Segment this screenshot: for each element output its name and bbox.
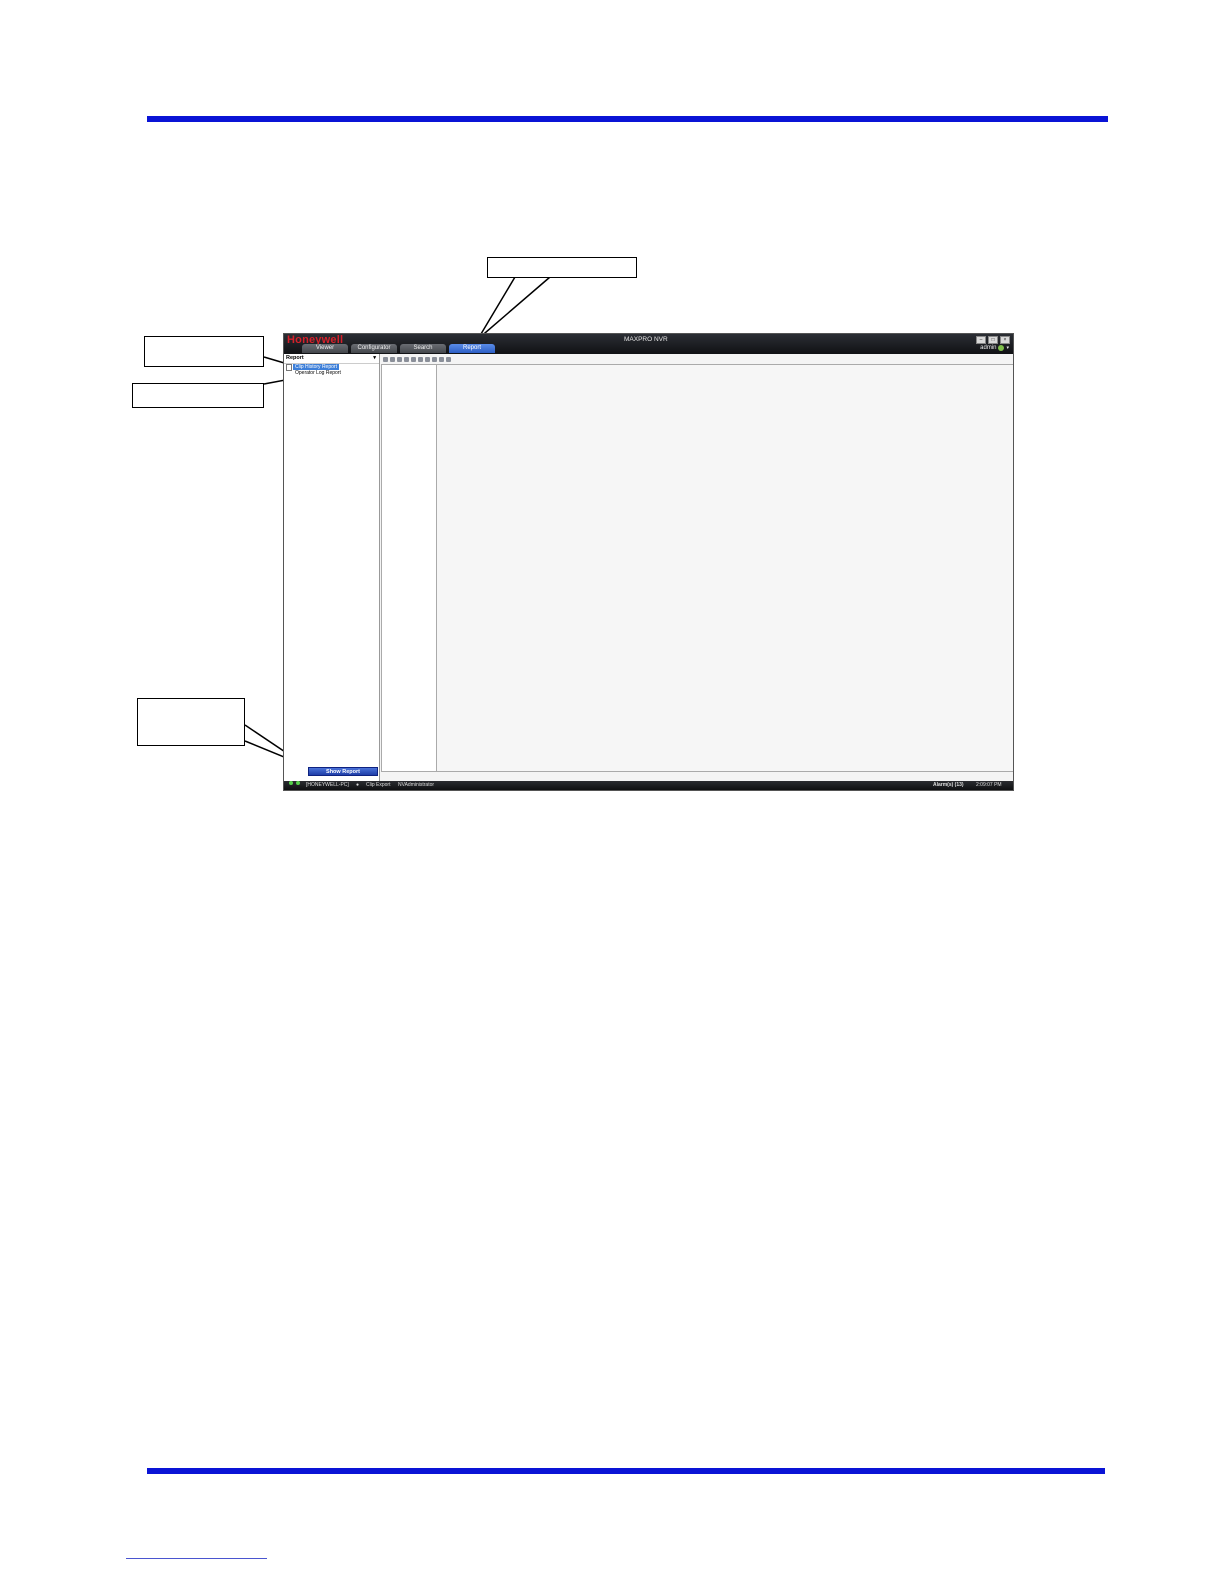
footnote-separator xyxy=(126,1558,267,1559)
app-title: MAXPRO NVR xyxy=(624,336,668,343)
next-page-icon[interactable] xyxy=(411,357,416,362)
status-bar: [HONEYWELL-PC] ● Clip Export NVAdministr… xyxy=(284,781,1013,790)
refresh-icon[interactable] xyxy=(383,357,388,362)
window-controls: – □ × xyxy=(976,336,1010,344)
document-map-pane xyxy=(382,365,437,771)
maxpro-nvr-window: Honeywell MAXPRO NVR – □ × Viewer Config… xyxy=(283,333,1014,791)
main-tabs: Viewer Configurator Search Report xyxy=(302,344,495,353)
last-page-icon[interactable] xyxy=(418,357,423,362)
clip-export-icon[interactable]: ● xyxy=(356,781,359,790)
export-icon[interactable] xyxy=(446,357,451,362)
tab-viewer[interactable]: Viewer xyxy=(302,344,348,353)
report-item-label: Operator Log Report xyxy=(295,370,341,376)
report-viewer-area xyxy=(381,364,1013,772)
tab-search[interactable]: Search xyxy=(400,344,446,353)
chevron-down-icon: ▾ xyxy=(1006,345,1009,351)
user-menu[interactable]: admin ▾ xyxy=(980,345,1009,351)
header-rule xyxy=(147,116,1108,122)
footer-rule xyxy=(147,1468,1105,1474)
document-icon xyxy=(286,364,292,371)
status-led-icon xyxy=(289,781,293,785)
close-icon[interactable]: × xyxy=(1000,336,1010,344)
print-layout-icon[interactable] xyxy=(439,357,444,362)
callout-leader-lines xyxy=(244,276,551,767)
back-icon[interactable] xyxy=(425,357,430,362)
tab-report[interactable]: Report xyxy=(449,344,495,353)
report-panel: Report ▾ Clip History Report Operator Lo… xyxy=(284,354,380,786)
minimize-icon[interactable]: – xyxy=(976,336,986,344)
callout-box-report-list xyxy=(132,383,264,408)
report-panel-title: Report xyxy=(286,355,304,361)
status-login: NVAdministrator xyxy=(398,782,435,788)
status-clip-export[interactable]: Clip Export xyxy=(366,781,390,790)
user-name: admin xyxy=(980,345,997,351)
first-page-icon[interactable] xyxy=(397,357,402,362)
callout-box-tabs xyxy=(487,257,637,278)
report-toolbar xyxy=(381,355,451,364)
callout-box-report-panel xyxy=(144,336,264,367)
user-icon xyxy=(998,345,1005,351)
maximize-icon[interactable]: □ xyxy=(988,336,998,344)
status-host: [HONEYWELL-PC] xyxy=(306,782,349,788)
report-panel-header: Report ▾ xyxy=(284,354,379,364)
status-alarms[interactable]: Alarm(s) (13) xyxy=(933,781,964,790)
previous-page-icon[interactable] xyxy=(404,357,409,362)
tab-configurator[interactable]: Configurator xyxy=(351,344,397,353)
report-item-operator-log[interactable]: Operator Log Report xyxy=(293,370,343,376)
pin-icon[interactable]: ▾ xyxy=(373,354,376,363)
status-time: 2:09:07 PM xyxy=(976,782,1002,788)
status-led-icon xyxy=(296,781,300,785)
callout-box-show-report xyxy=(137,698,245,746)
print-icon[interactable] xyxy=(432,357,437,362)
title-bar: Honeywell MAXPRO NVR – □ × Viewer Config… xyxy=(284,334,1013,354)
stop-icon[interactable] xyxy=(390,357,395,362)
show-report-button[interactable]: Show Report xyxy=(308,767,378,776)
